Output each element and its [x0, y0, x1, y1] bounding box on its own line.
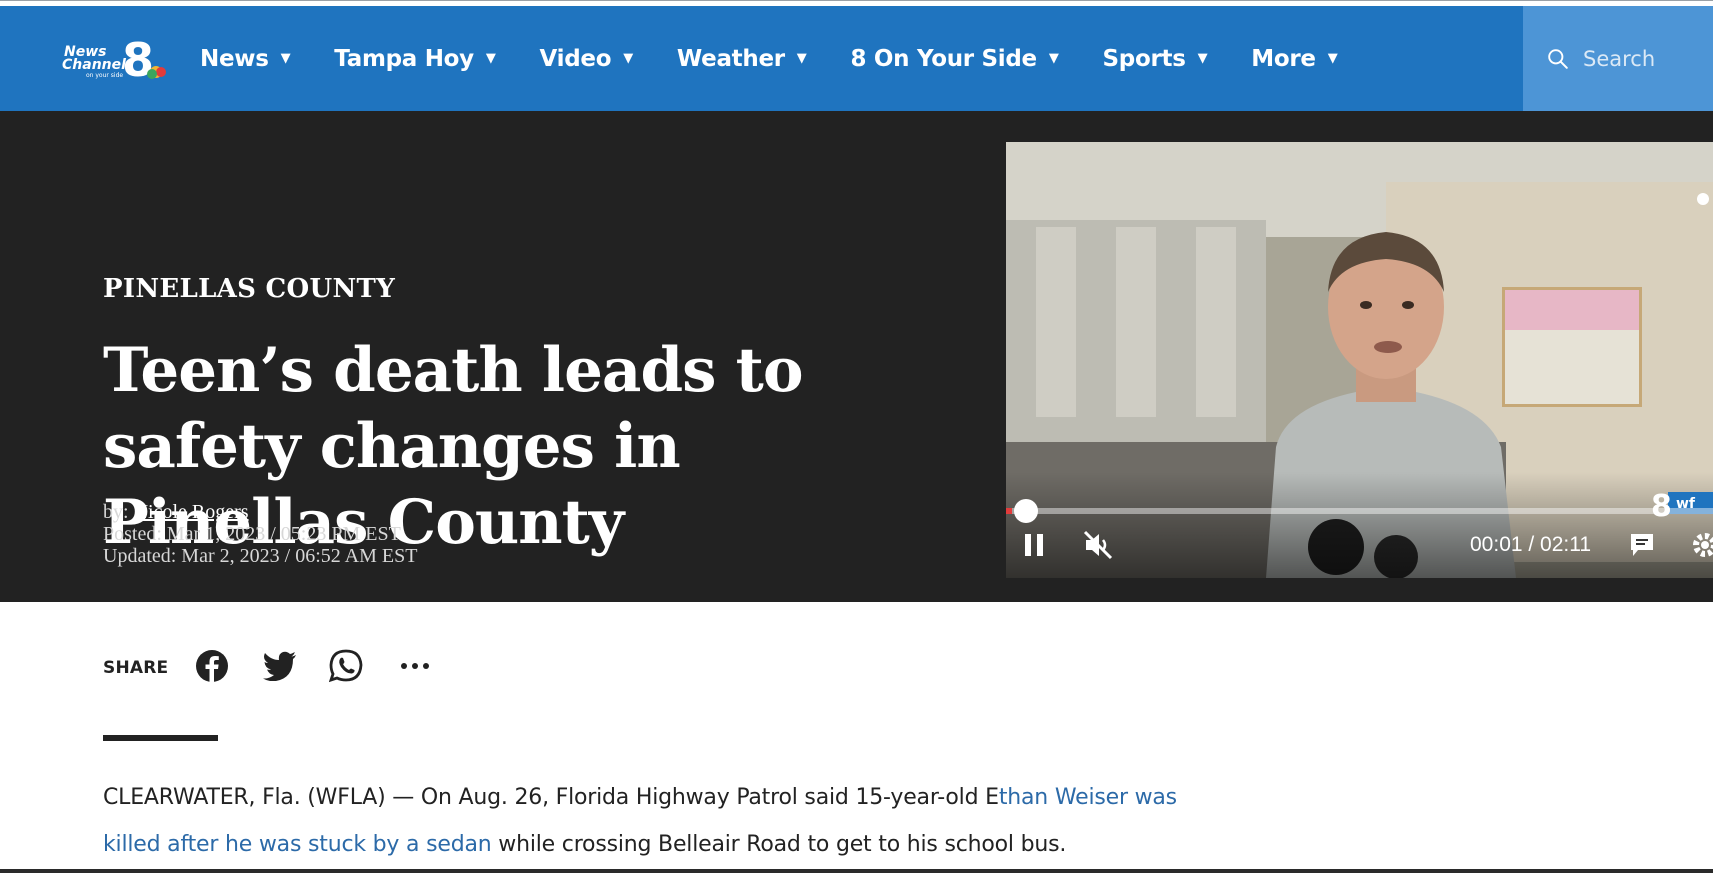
video-progress-bar[interactable]: [1006, 499, 1713, 523]
nav-item-sports[interactable]: Sports ▼: [1103, 46, 1208, 72]
article-text: CLEARWATER, Fla. (WFLA) — On Aug. 26, Fl…: [103, 785, 999, 810]
whatsapp-icon[interactable]: [328, 648, 364, 684]
nav-item-8-on-your-side[interactable]: 8 On Your Side ▼: [851, 46, 1059, 72]
article-hero: PINELLAS COUNTY Teen’s death leads to sa…: [0, 111, 1713, 602]
nav-item-more[interactable]: More ▼: [1251, 46, 1337, 72]
pause-icon[interactable]: [1022, 531, 1048, 559]
caret-down-icon: ▼: [623, 51, 633, 66]
caret-down-icon: ▼: [1327, 51, 1338, 66]
nav-item-label: News: [200, 45, 269, 72]
nav-item-label: Sports: [1102, 45, 1186, 72]
mute-icon[interactable]: [1082, 529, 1114, 561]
twitter-icon[interactable]: [262, 648, 298, 684]
svg-text:Channel: Channel: [62, 57, 126, 73]
article-text: while crossing Belleair Road to get to h…: [491, 832, 1067, 857]
nav-item-label: Video: [539, 45, 612, 72]
article-byline: by: Nicole Rogers Posted: Mar 1, 2023 / …: [103, 501, 417, 567]
caret-down-icon: ▼: [796, 51, 807, 66]
video-time: 00:01 / 02:11: [1470, 533, 1592, 556]
video-frame-blind: [1116, 227, 1156, 417]
caret-down-icon: ▼: [1197, 51, 1208, 66]
article-body: CLEARWATER, Fla. (WFLA) — On Aug. 26, Fl…: [103, 774, 1233, 868]
nav-item-tampa-hoy[interactable]: Tampa Hoy ▼: [334, 45, 496, 72]
main-nav: News Channel on your side 8 News ▼ Tampa …: [0, 6, 1713, 111]
by-prefix: by:: [103, 501, 129, 523]
video-progress-fill: [1006, 508, 1012, 514]
bottom-border: [0, 869, 1713, 873]
video-frame-blind: [1196, 227, 1236, 417]
nav-item-label: 8 On Your Side: [850, 45, 1038, 72]
nav-item-weather[interactable]: Weather ▼: [677, 46, 807, 72]
search-icon[interactable]: [1547, 44, 1569, 74]
video-progress-knob[interactable]: [1013, 499, 1038, 523]
video-controls-gradient: [1006, 472, 1713, 578]
nav-item-label: Weather: [676, 45, 785, 72]
share-label: SHARE: [103, 658, 169, 678]
more-icon[interactable]: [397, 648, 433, 684]
news-channel-8-logo[interactable]: News Channel on your side 8: [62, 34, 170, 82]
article-category[interactable]: PINELLAS COUNTY: [103, 274, 395, 304]
nav-item-news[interactable]: News ▼: [200, 45, 291, 72]
nav-menu: News ▼ Tampa Hoy ▼ Video ▼ Weather ▼ 8 On Yo…: [200, 6, 1381, 111]
settings-gear-icon[interactable]: [1690, 530, 1713, 560]
nav-item-label: Tampa Hoy: [334, 45, 474, 72]
share-video-icon[interactable]: [1696, 192, 1713, 206]
video-player[interactable]: wf 8 00:01 / 02:11: [1006, 142, 1713, 578]
svg-text:8: 8: [1651, 489, 1672, 524]
author-link[interactable]: Nicole Rogers: [134, 501, 249, 523]
search-input[interactable]: [1583, 46, 1713, 71]
wfla-watermark: wf 8: [1651, 489, 1713, 524]
posted-date: Posted: Mar 1, 2023 / 05:23 PM EST: [103, 523, 401, 545]
caret-down-icon: ▼: [1048, 51, 1059, 66]
nav-item-label: More: [1251, 45, 1316, 72]
caret-down-icon: ▼: [485, 51, 496, 66]
facebook-icon[interactable]: [194, 648, 230, 684]
search-box[interactable]: [1523, 6, 1713, 111]
article-divider: [103, 735, 218, 741]
video-frame-blind: [1036, 227, 1076, 417]
updated-date: Updated: Mar 2, 2023 / 06:52 AM EST: [103, 545, 418, 567]
captions-icon[interactable]: [1628, 531, 1656, 559]
nav-item-video[interactable]: Video ▼: [539, 45, 634, 72]
caret-down-icon: ▼: [280, 51, 291, 66]
svg-text:on your side: on your side: [86, 72, 123, 79]
